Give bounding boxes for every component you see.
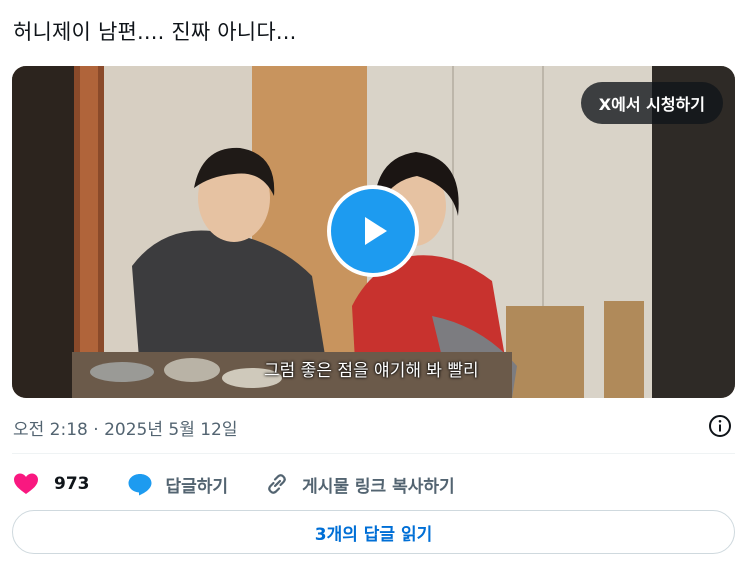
info-icon[interactable] xyxy=(708,414,732,438)
copy-link-label: 게시물 링크 복사하기 xyxy=(302,476,455,497)
video-subtitle: 그럼 좋은 점을 얘기해 봐 빨리 xyxy=(264,361,479,381)
read-replies-button[interactable]: 3개의 답글 읽기 xyxy=(12,510,735,554)
reply-button[interactable]: 답글하기 xyxy=(127,472,229,497)
play-icon xyxy=(365,217,387,245)
tweet-text: 허니제이 남편.... 진짜 아니다... xyxy=(13,20,297,44)
tweet-timestamp[interactable]: 오전 2:18 · 2025년 5월 12일 xyxy=(13,415,238,440)
speech-bubble-icon xyxy=(128,474,151,496)
reply-label: 답글하기 xyxy=(165,476,229,497)
like-button[interactable]: 973 xyxy=(13,472,90,496)
link-icon xyxy=(268,474,286,494)
copy-link-button[interactable]: 게시물 링크 복사하기 xyxy=(264,472,455,497)
divider xyxy=(12,453,735,454)
like-count: 973 xyxy=(54,474,90,494)
play-button[interactable] xyxy=(327,185,419,277)
heart-icon xyxy=(14,473,38,494)
video-media[interactable]: X에서 시청하기 그럼 좋은 점을 얘기해 봐 빨리 xyxy=(12,66,735,398)
action-bar: 973 답글하기 게시물 링크 복사하기 xyxy=(13,470,455,498)
watch-on-x-button[interactable]: X에서 시청하기 xyxy=(580,82,723,124)
